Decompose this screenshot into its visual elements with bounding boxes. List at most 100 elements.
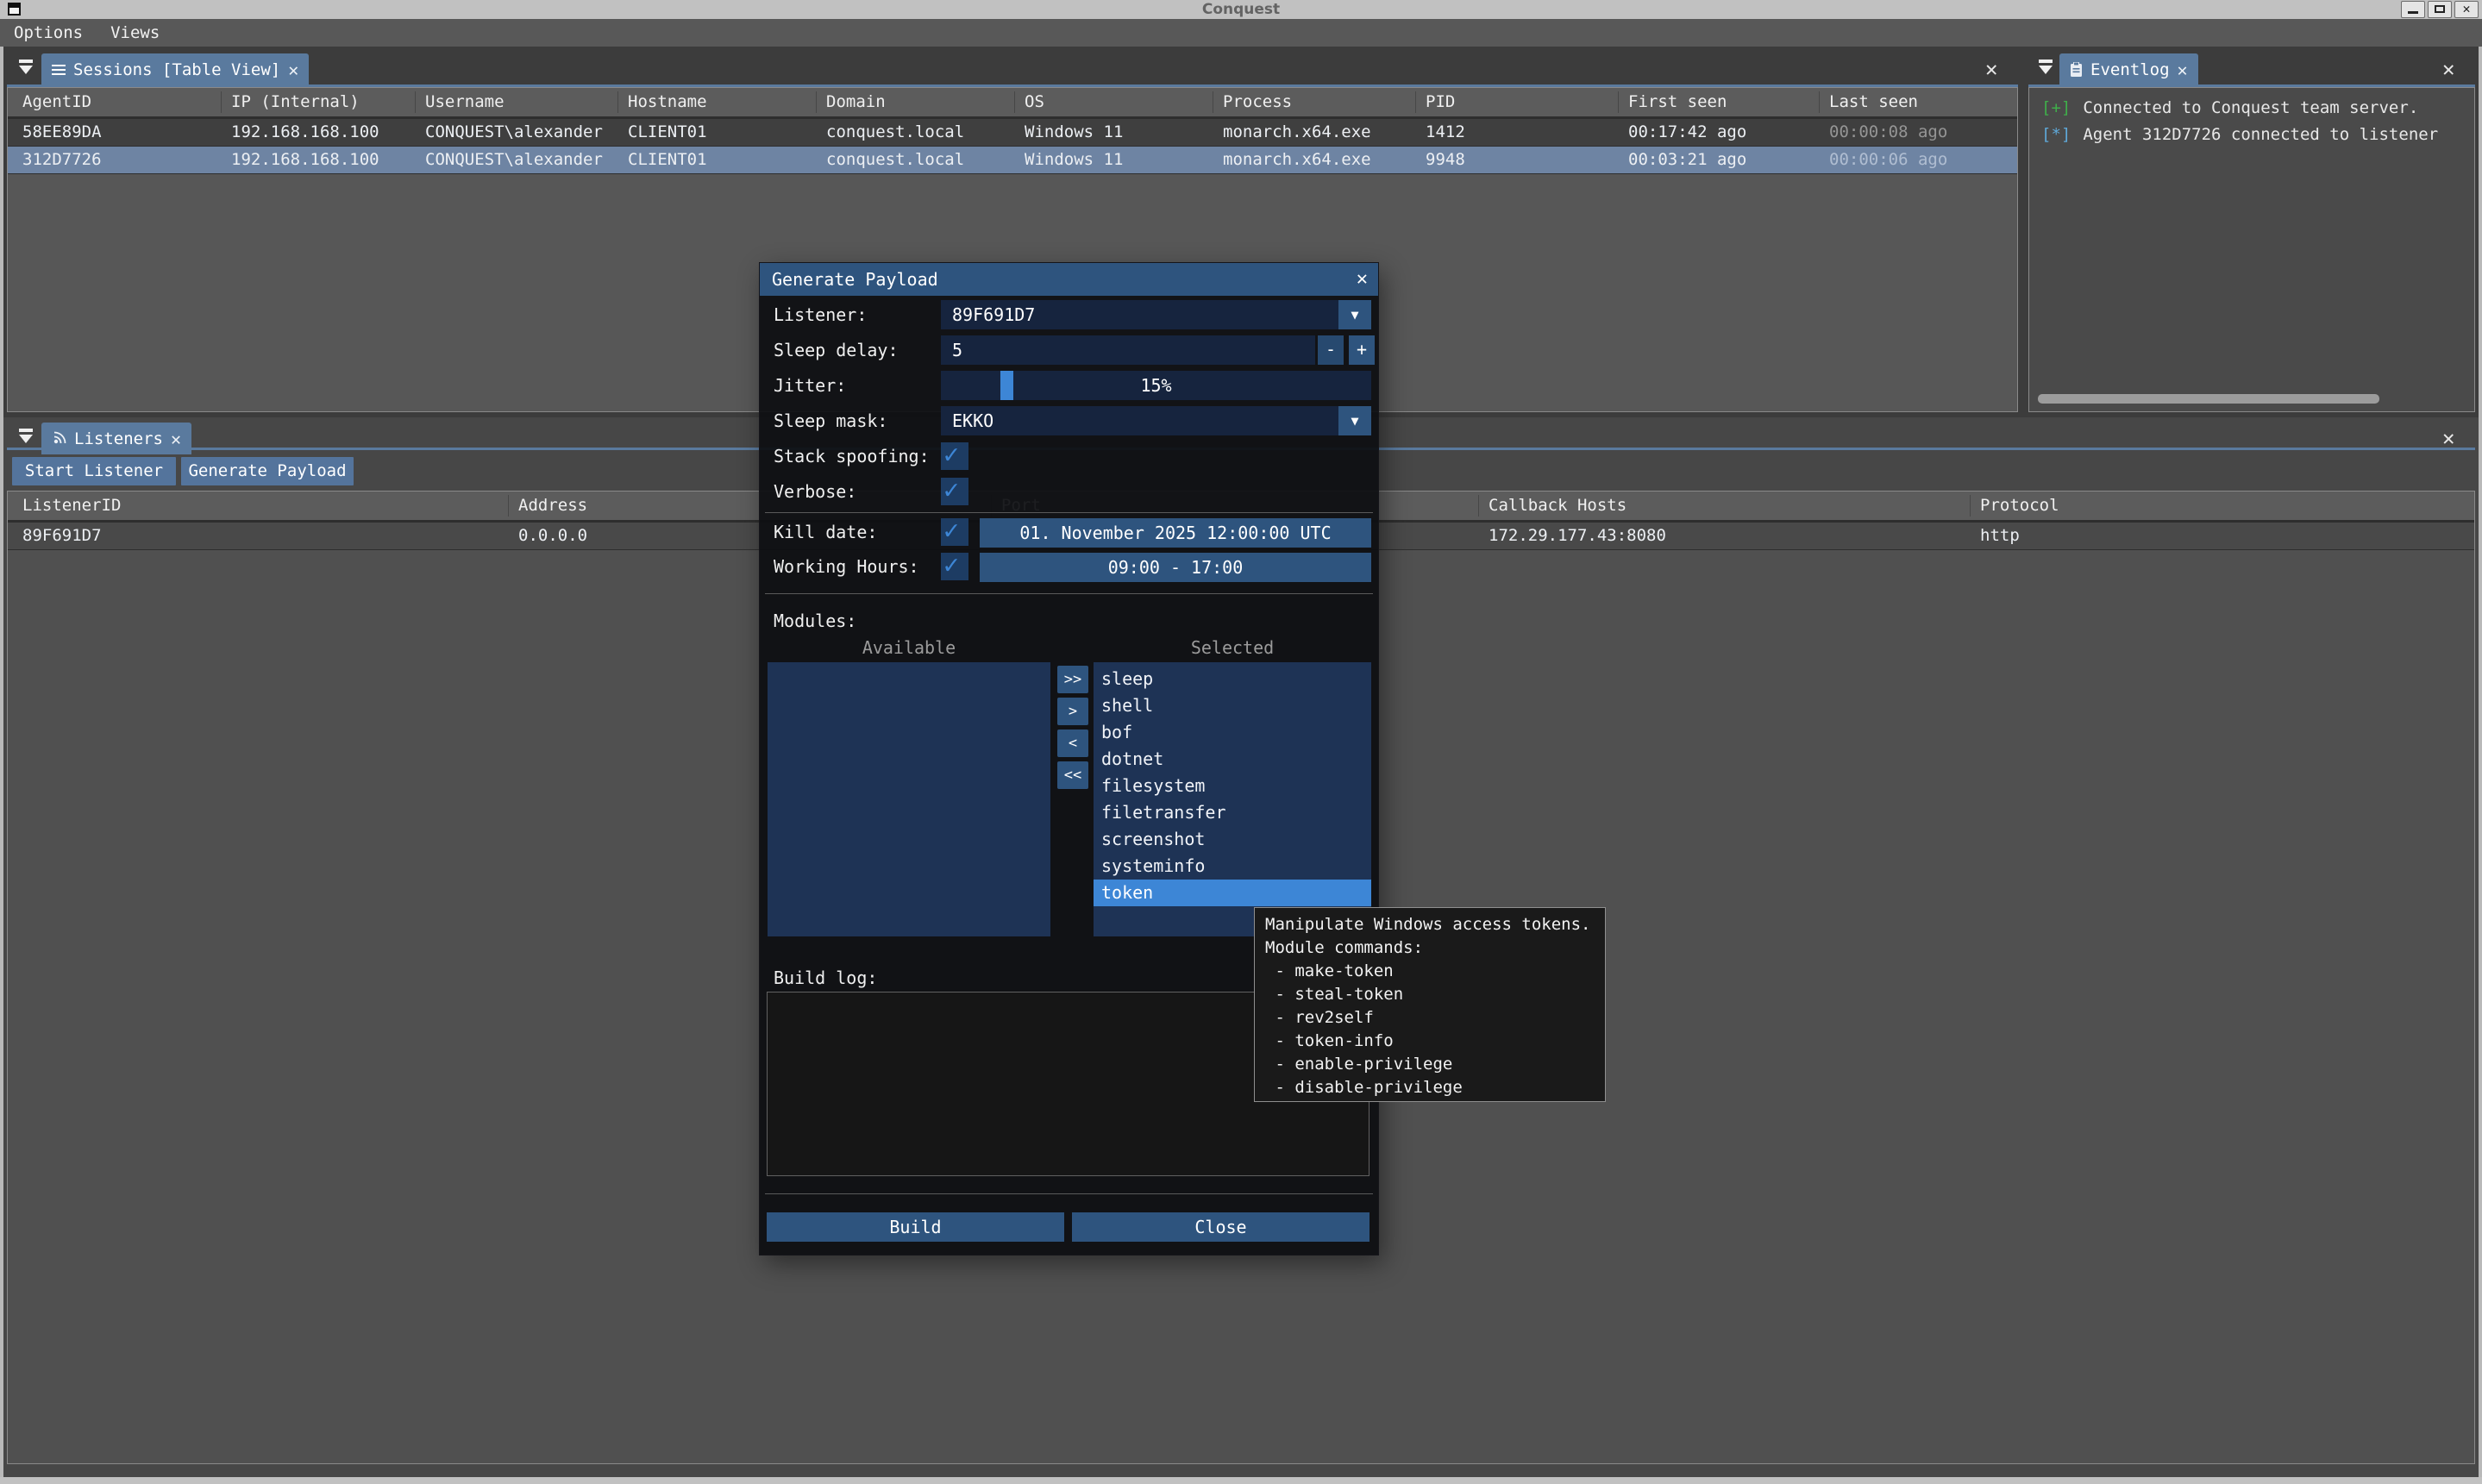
menu-options[interactable]: Options <box>0 19 97 47</box>
module-item[interactable]: filesystem <box>1094 773 1371 799</box>
eventlog-dock-arrow-icon[interactable] <box>2037 59 2056 75</box>
cell-ip: 192.168.168.100 <box>231 147 379 173</box>
jitter-slider[interactable]: 15% <box>941 371 1371 400</box>
build-button[interactable]: Build <box>767 1212 1064 1242</box>
col-domain[interactable]: Domain <box>826 88 886 116</box>
eventlog-horizontal-scrollbar[interactable] <box>2038 394 2379 404</box>
cell-protocol: http <box>1980 523 2020 549</box>
cell-ip: 192.168.168.100 <box>231 119 379 146</box>
dialog-separator <box>765 1193 1373 1194</box>
sleep-mask-dropdown[interactable]: EKKO ▼ <box>941 406 1371 435</box>
listeners-panel-close-icon[interactable]: ✕ <box>2442 428 2454 448</box>
dialog-close-icon[interactable]: ✕ <box>1357 263 1368 296</box>
col-first-seen[interactable]: First seen <box>1628 88 1727 116</box>
available-modules-list[interactable] <box>768 662 1050 936</box>
cell-address: 0.0.0.0 <box>518 523 587 549</box>
module-item[interactable]: systeminfo <box>1094 853 1371 880</box>
cell-domain: conquest.local <box>826 119 964 146</box>
generate-payload-button[interactable]: Generate Payload <box>181 457 354 485</box>
sleep-mask-label: Sleep mask: <box>774 406 887 435</box>
tab-listeners-label: Listeners <box>74 429 163 448</box>
stack-spoofing-checkbox[interactable]: ✓ <box>941 442 968 470</box>
sleep-delay-increment-button[interactable]: + <box>1349 335 1375 365</box>
tab-listeners-close-icon[interactable]: ✕ <box>171 429 181 449</box>
kill-date-field[interactable]: 01. November 2025 12:00:00 UTC <box>980 518 1371 548</box>
start-listener-button[interactable]: Start Listener <box>12 457 176 485</box>
jitter-value: 15% <box>941 371 1371 400</box>
modules-label: Modules: <box>774 606 856 636</box>
move-left-button[interactable]: < <box>1057 729 1088 757</box>
session-row-2-selected[interactable]: 312D7726 192.168.168.100 CONQUEST\alexan… <box>8 147 2017 174</box>
eventlog-output[interactable]: [+]Connected to Conquest team server. [*… <box>2028 87 2475 412</box>
cell-agentid: 312D7726 <box>22 147 102 173</box>
col-process[interactable]: Process <box>1223 88 1292 116</box>
col-hostname[interactable]: Hostname <box>628 88 707 116</box>
col-username[interactable]: Username <box>425 88 505 116</box>
window-titlebar[interactable]: Conquest ✕ <box>0 0 2482 19</box>
module-item[interactable]: bof <box>1094 719 1371 746</box>
sessions-table-header[interactable]: AgentID IP (Internal) Username Hostname … <box>8 88 2017 119</box>
col-os[interactable]: OS <box>1025 88 1044 116</box>
col-last-seen[interactable]: Last seen <box>1829 88 1918 116</box>
tab-eventlog-close-icon[interactable]: ✕ <box>2178 59 2188 80</box>
col-listenerid[interactable]: ListenerID <box>22 492 121 520</box>
chevron-down-icon[interactable]: ▼ <box>1338 300 1371 329</box>
cell-listenerid: 89F691D7 <box>22 523 102 549</box>
col-ip[interactable]: IP (Internal) <box>231 88 360 116</box>
tab-sessions[interactable]: Sessions [Table View] ✕ <box>41 53 309 85</box>
move-all-left-button[interactable]: << <box>1057 761 1088 789</box>
working-hours-field[interactable]: 09:00 - 17:00 <box>980 553 1371 582</box>
sleep-delay-label: Sleep delay: <box>774 335 899 365</box>
window-frame-right <box>2479 47 2482 1484</box>
col-callback-hosts[interactable]: Callback Hosts <box>1489 492 1626 520</box>
col-agentid[interactable]: AgentID <box>22 88 91 116</box>
sleep-delay-input[interactable]: 5 <box>941 335 1315 365</box>
sessions-panel-close-icon[interactable]: ✕ <box>1985 59 1997 79</box>
module-item[interactable]: sleep <box>1094 666 1371 692</box>
jitter-label: Jitter: <box>774 371 846 400</box>
move-right-button[interactable]: > <box>1057 698 1088 725</box>
dialog-titlebar[interactable]: Generate Payload ✕ <box>760 263 1378 296</box>
module-item[interactable]: filetransfer <box>1094 799 1371 826</box>
kill-date-checkbox[interactable]: ✓ <box>941 518 968 546</box>
tab-sessions-close-icon[interactable]: ✕ <box>288 59 298 80</box>
tab-eventlog[interactable]: Eventlog ✕ <box>2059 53 2198 85</box>
verbose-checkbox[interactable]: ✓ <box>941 478 968 505</box>
cell-pid: 1412 <box>1426 119 1465 146</box>
menu-views[interactable]: Views <box>97 19 173 47</box>
cell-first-seen: 00:03:21 ago <box>1628 147 1746 173</box>
module-item-selected[interactable]: token <box>1094 880 1371 906</box>
sleep-delay-decrement-button[interactable]: - <box>1318 335 1344 365</box>
close-button[interactable]: ✕ <box>2454 1 2479 18</box>
selected-modules-list[interactable]: sleep shell bof dotnet filesystem filetr… <box>1094 662 1371 936</box>
cell-os: Windows 11 <box>1025 147 1123 173</box>
maximize-button[interactable] <box>2428 1 2452 18</box>
cell-callback-hosts: 172.29.177.43:8080 <box>1489 523 1666 549</box>
module-item[interactable]: screenshot <box>1094 826 1371 853</box>
dialog-close-button[interactable]: Close <box>1072 1212 1369 1242</box>
listener-dropdown[interactable]: 89F691D7 ▼ <box>941 300 1371 329</box>
working-hours-label: Working Hours: <box>774 552 919 581</box>
working-hours-checkbox[interactable]: ✓ <box>941 553 968 580</box>
cell-hostname: CLIENT01 <box>628 147 707 173</box>
col-pid[interactable]: PID <box>1426 88 1455 116</box>
session-row-1[interactable]: 58EE89DA 192.168.168.100 CONQUEST\alexan… <box>8 119 2017 147</box>
minimize-button[interactable] <box>2401 1 2425 18</box>
sessions-dock-arrow-icon[interactable] <box>17 59 36 75</box>
eventlog-line: [+]Connected to Conquest team server. <box>2041 95 2418 122</box>
col-address[interactable]: Address <box>518 492 587 520</box>
module-item[interactable]: dotnet <box>1094 746 1371 773</box>
kill-date-label: Kill date: <box>774 517 877 547</box>
cell-process: monarch.x64.exe <box>1223 119 1371 146</box>
check-icon: ✓ <box>943 475 959 505</box>
listeners-dock-arrow-icon[interactable] <box>17 429 36 444</box>
cell-last-seen: 00:00:06 ago <box>1829 147 1947 173</box>
move-all-right-button[interactable]: >> <box>1057 666 1088 693</box>
module-item[interactable]: shell <box>1094 692 1371 719</box>
eventlog-panel-close-icon[interactable]: ✕ <box>2442 59 2454 79</box>
available-header: Available <box>768 637 1050 658</box>
chevron-down-icon[interactable]: ▼ <box>1338 406 1371 435</box>
check-icon: ✓ <box>943 550 959 580</box>
cell-username: CONQUEST\alexander <box>425 147 603 173</box>
col-protocol[interactable]: Protocol <box>1980 492 2059 520</box>
